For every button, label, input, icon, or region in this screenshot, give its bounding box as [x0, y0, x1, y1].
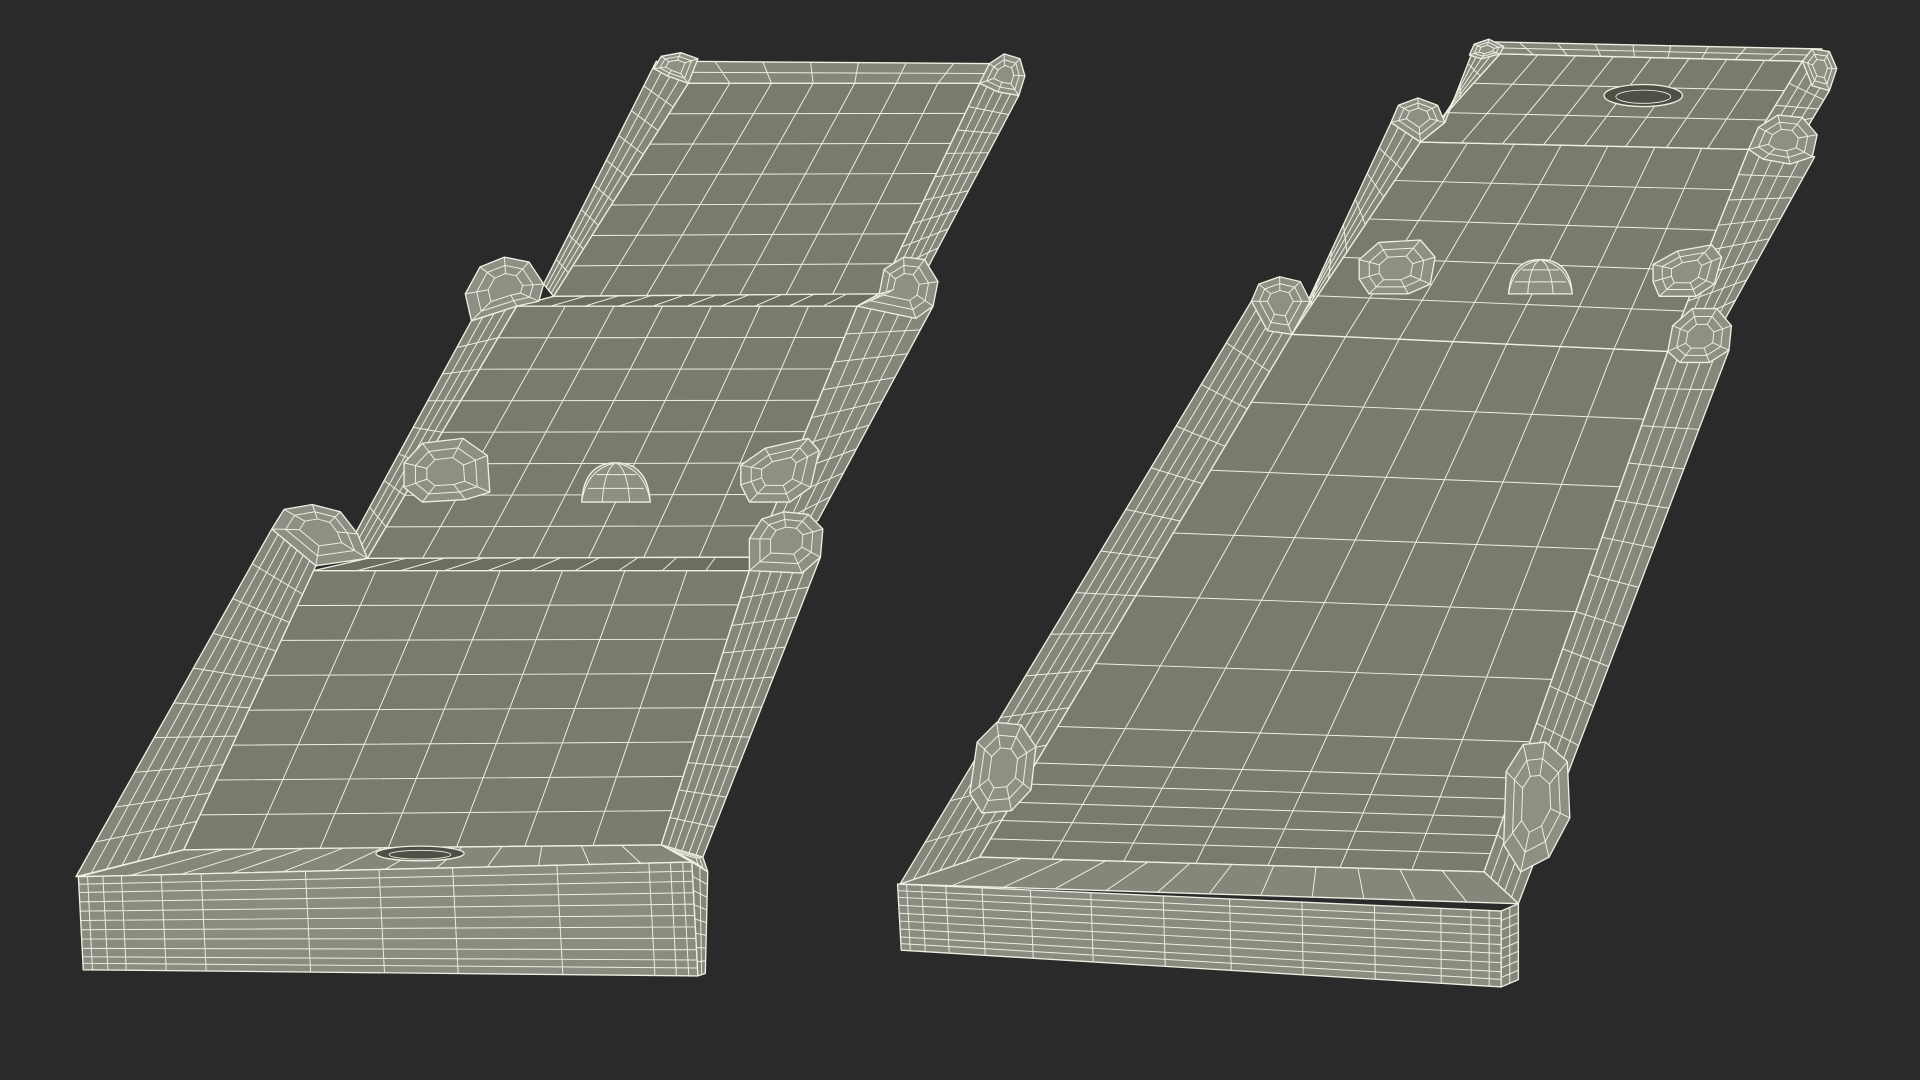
- floor-step: [312, 556, 755, 572]
- render-viewport: [0, 0, 1920, 1080]
- cup-hole: [375, 845, 465, 862]
